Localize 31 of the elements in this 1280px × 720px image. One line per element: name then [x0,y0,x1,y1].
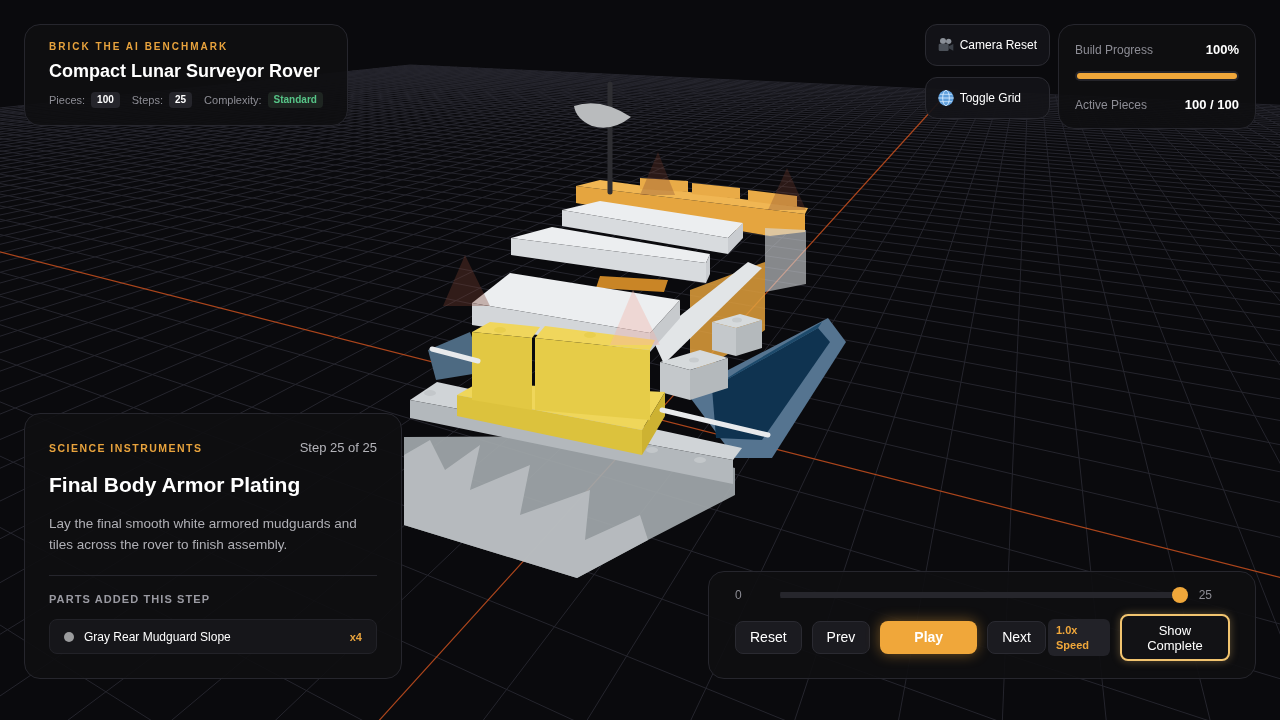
slider-max-label: 25 [1198,587,1212,603]
globe-icon [937,90,954,106]
part-count: x4 [349,629,362,645]
count-badge: 100 [91,92,120,108]
slider-min-label: 0 [735,587,743,603]
playback-button[interactable]: Prev [811,621,871,654]
count-badge: 25 [168,92,193,108]
speed-button[interactable]: 1.0x Speed [1047,619,1110,656]
stat-label: Complexity: [204,93,262,108]
project-title: Compact Lunar Surveyor Rover [49,60,322,83]
movie-camera-icon [937,37,954,53]
stat-label: Pieces: [49,93,86,108]
playback-button[interactable]: Next [987,621,1046,654]
stat-label: Steps: [131,93,163,108]
benchmark-eyebrow: BRICK THE AI BENCHMARK [49,40,230,54]
camera-reset-button[interactable]: Camera Reset [924,24,1050,66]
slider-thumb[interactable] [1171,587,1188,603]
toggle-grid-button[interactable]: Toggle Grid [924,77,1050,119]
progress-percent: 100% [1205,42,1239,58]
step-counter: Step 25 of 25 [299,440,377,456]
part-name: Gray Rear Mudguard Slope [84,628,232,645]
show-complete-button[interactable]: Show Complete [1119,614,1230,661]
step-description: Lay the final smooth white armored mudguards and tiles across the rover to finish assembly. [49,515,358,554]
step-category: SCIENCE INSTRUMENTS [49,441,203,456]
active-pieces-label: Active Pieces [1075,97,1148,113]
step-title: Final Body Armor Plating [49,472,302,498]
complexity-badge: Standard [267,92,323,108]
progress-label: Build Progress [1075,42,1154,58]
active-pieces-count: 100 / 100 [1184,97,1239,113]
parts-heading: PARTS ADDED THIS STEP [49,592,212,607]
playback-button[interactable]: Reset [735,621,802,654]
